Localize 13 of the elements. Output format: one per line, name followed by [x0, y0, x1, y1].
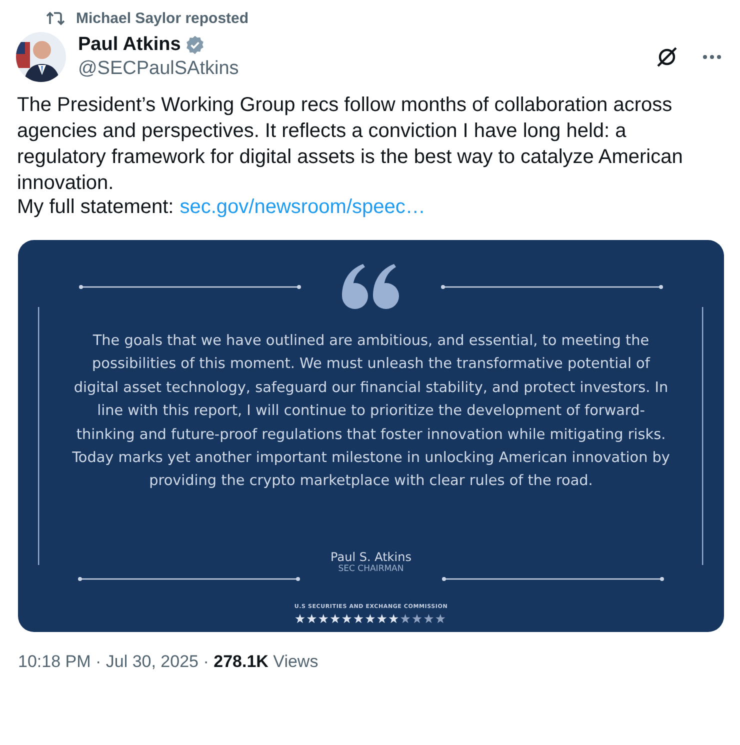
quote-text: The goals that we have outlined are ambitious, and essential, to meeting the possibilities of this moment. We must unleash the transformative potential of digital asset technology, safeguard our financial stability, and protect investors. In line with this report, I will continue to prioritize the development of forward-thinking and future-proof regulations that foster innovation while mitigating risks. Today marks yet another important milestone in unlocking American innovation by providing the crypto marketplace with clear rules of the road.: [71, 332, 671, 492]
repost-label: Michael Saylor reposted: [76, 10, 249, 26]
post-text: The President’s Working Group recs follow months of collaboration across agencies and perspectives. It reflects a conviction I have long held: a regulatory framework for digital assets is the best way to catalyze American innovation.: [17, 93, 684, 196]
more-icon[interactable]: [700, 52, 724, 62]
signer-name: Paul S. Atkins: [330, 550, 412, 564]
author-name[interactable]: Paul Atkins: [78, 34, 181, 56]
post-meta: 10:18 PM · Jul 30, 2025 · 278.1K Views: [18, 652, 320, 672]
statement-label: My full statement:: [17, 195, 174, 220]
quote-mark-icon: [341, 264, 401, 310]
author-handle[interactable]: @SECPaulSAtkins: [78, 58, 642, 80]
quote-card[interactable]: [18, 240, 724, 632]
signer-title: SEC CHAIRMAN: [338, 564, 404, 574]
repost-icon: [46, 10, 66, 26]
